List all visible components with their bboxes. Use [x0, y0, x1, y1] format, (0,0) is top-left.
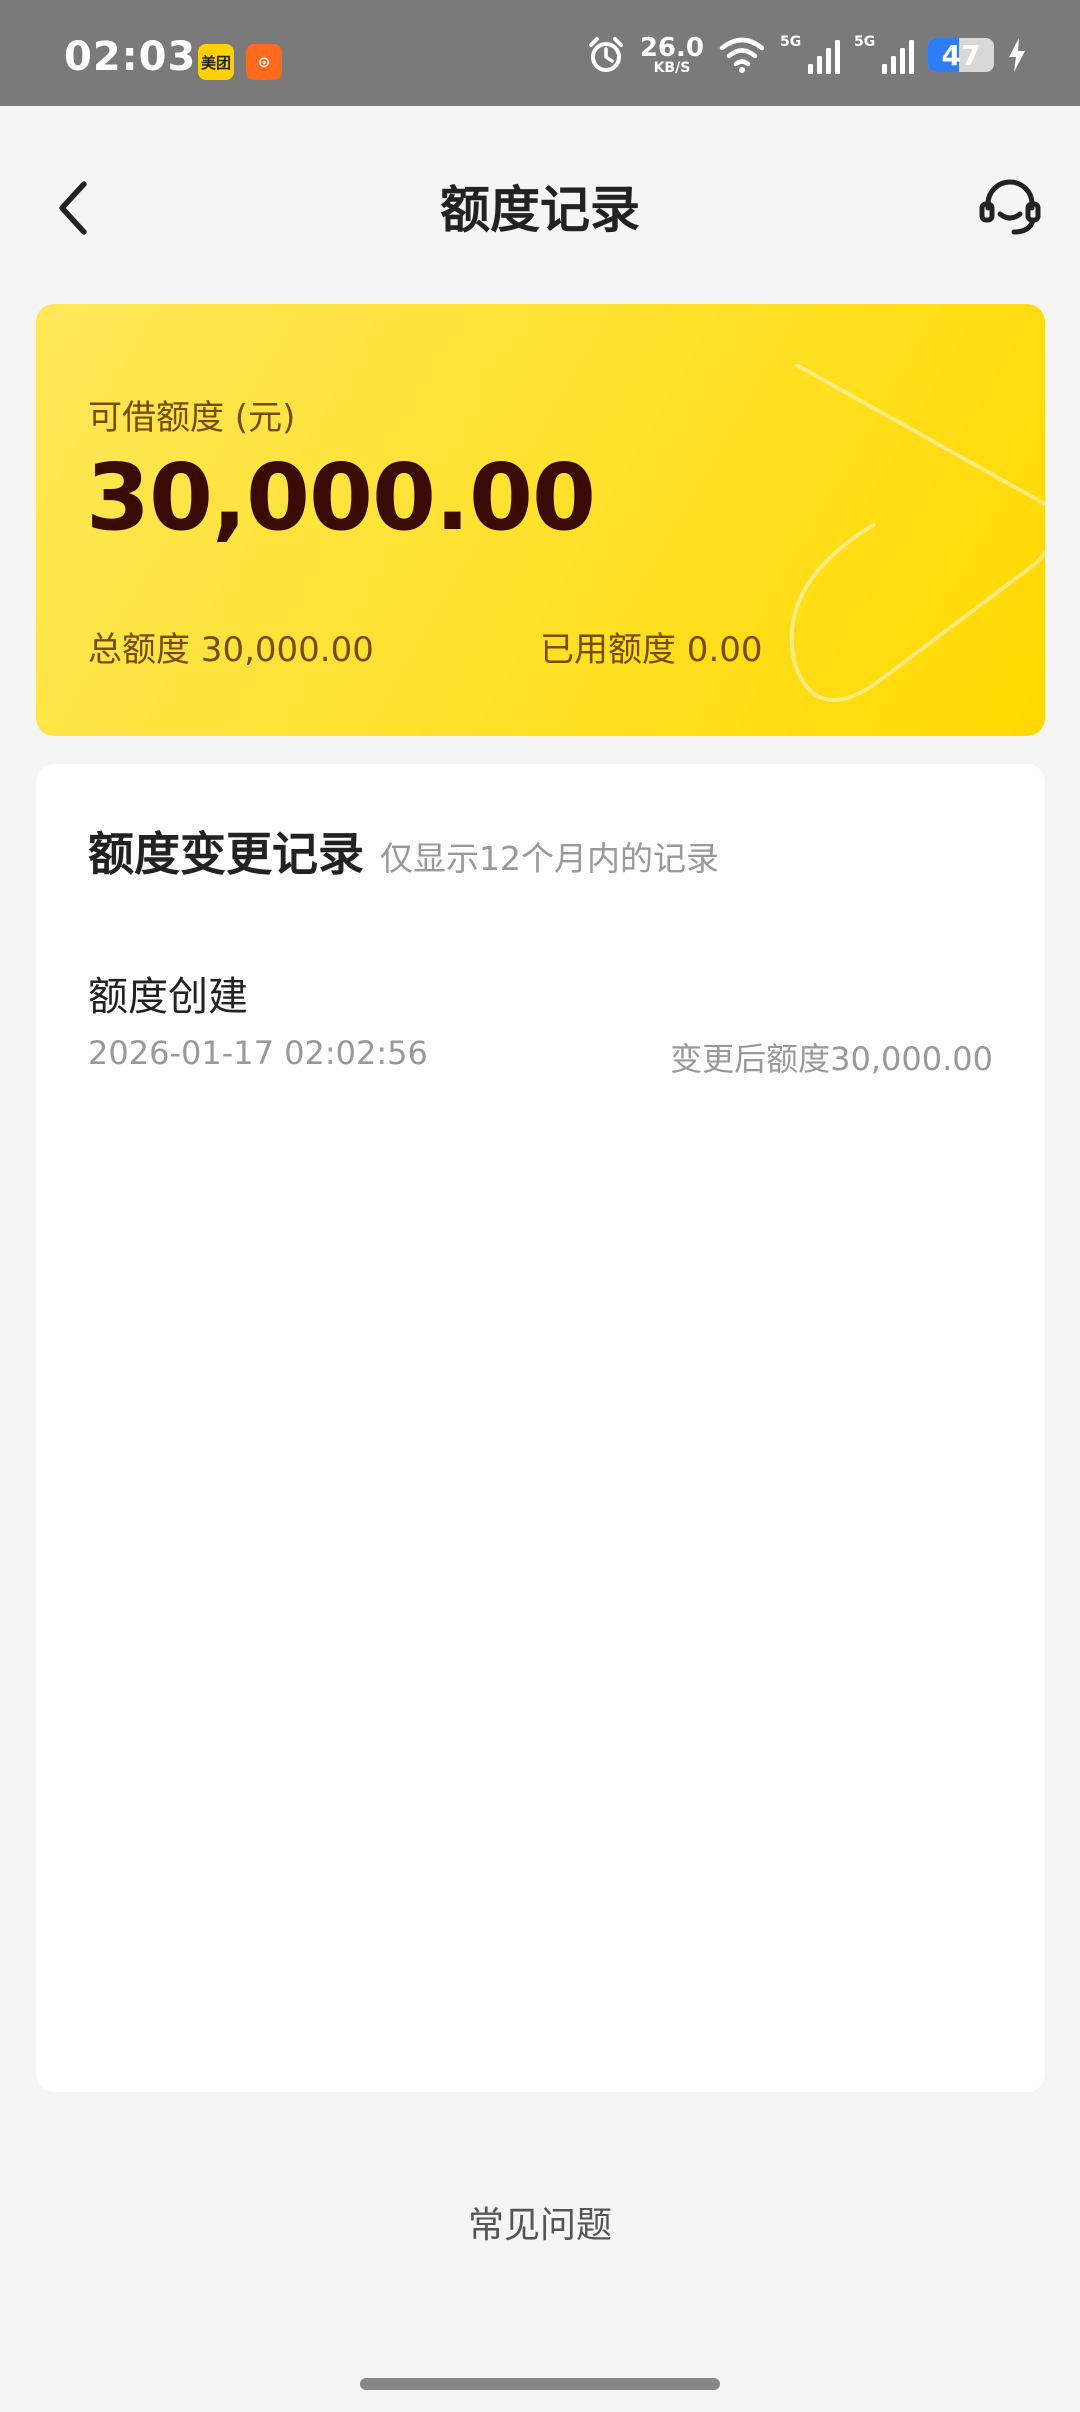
records-card: 额度变更记录 仅显示12个月内的记录 额度创建 2026-01-17 02:02… — [36, 764, 1045, 2092]
charging-icon — [1009, 38, 1025, 72]
wifi-icon — [719, 37, 765, 73]
record-after-quota: 变更后额度30,000.00 — [670, 1040, 993, 1078]
records-header: 额度变更记录 仅显示12个月内的记录 — [88, 818, 719, 884]
signal-tag-2: 5G — [854, 34, 876, 50]
available-quota-amount: 30,000.00 — [86, 444, 596, 551]
network-speed-value: 26.0 — [639, 33, 704, 63]
alarm-icon — [588, 37, 623, 72]
status-indicators: 26.0 KB/S 5G 5G 47 — [586, 30, 1026, 80]
signal-icon-2: 5G — [854, 34, 914, 74]
total-quota: 总额度 30,000.00 — [88, 630, 374, 670]
used-quota: 已用额度 0.00 — [540, 630, 763, 670]
status-bar: 02:03 美团 ⊙ 26.0 KB/S 5G 5G 47 — [0, 0, 1080, 106]
records-note: 仅显示12个月内的记录 — [380, 839, 719, 878]
quota-card: 可借额度 (元) 30,000.00 总额度 30,000.00 已用额度 0.… — [36, 304, 1045, 736]
card-decoration — [789, 364, 1045, 702]
record-name: 额度创建 — [88, 974, 248, 1020]
signal-icon: 5G — [780, 34, 840, 74]
available-quota-label: 可借额度 (元) — [88, 398, 296, 438]
faq-link[interactable]: 常见问题 — [0, 2196, 1080, 2248]
records-title: 额度变更记录 — [88, 827, 364, 881]
list-item: 额度创建 2026-01-17 02:02:56 变更后额度30,000.00 — [88, 964, 993, 1084]
network-speed: 26.0 KB/S — [640, 35, 704, 75]
orange-app-icon: ⊙ — [246, 44, 282, 80]
record-time: 2026-01-17 02:02:56 — [88, 1034, 428, 1072]
status-time: 02:03 — [64, 34, 197, 80]
battery-icon: 47 — [928, 38, 994, 72]
customer-service-button[interactable] — [968, 164, 1052, 248]
meituan-app-icon: 美团 — [198, 44, 234, 80]
home-indicator[interactable] — [360, 2378, 720, 2390]
nav-bar: 额度记录 — [0, 106, 1080, 298]
battery-level: 47 — [941, 38, 981, 72]
page-title: 额度记录 — [440, 181, 640, 239]
signal-tag: 5G — [780, 34, 802, 50]
headset-icon — [979, 179, 1041, 235]
network-speed-unit: KB/S — [653, 60, 691, 76]
